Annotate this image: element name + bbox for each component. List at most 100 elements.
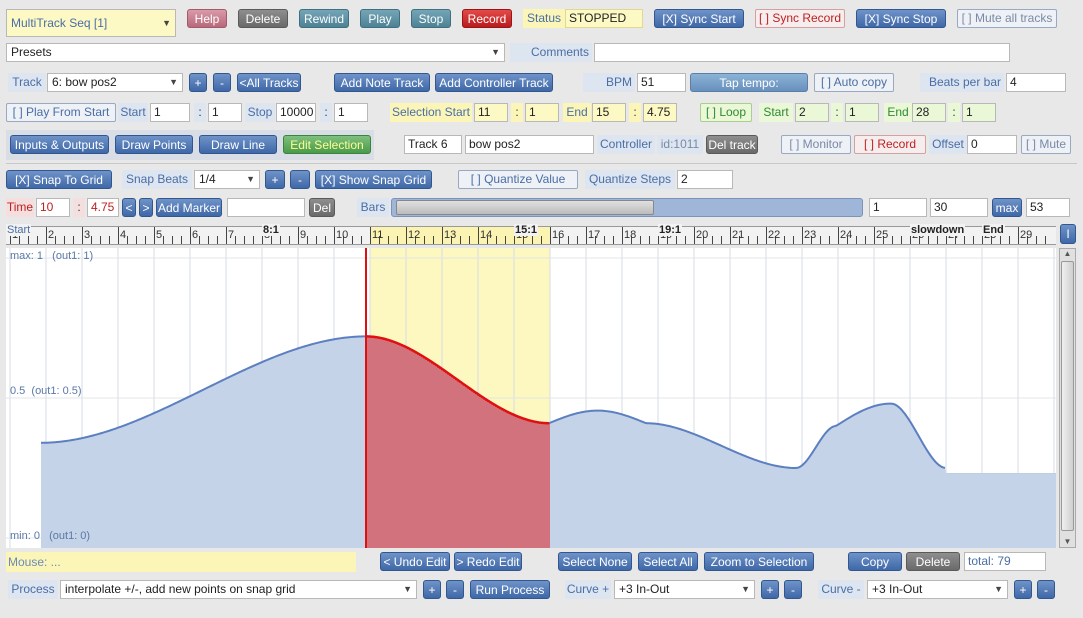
bars-scroll-thumb[interactable] bbox=[396, 200, 654, 215]
automation-graph[interactable]: max: 1 (out1: 1) 0.5 (out1: 0.5) min: 0 … bbox=[6, 248, 1056, 548]
loop-start-bar-input[interactable]: 2 bbox=[795, 103, 829, 122]
redo-button[interactable]: > Redo Edit bbox=[454, 552, 522, 571]
snap-beats-select[interactable]: 1/4 ▼ bbox=[194, 170, 260, 189]
run-process-button[interactable]: Run Process bbox=[470, 580, 550, 599]
ruler-marker[interactable]: Start bbox=[6, 224, 32, 236]
quantize-value-toggle[interactable]: [ ] Quantize Value bbox=[458, 170, 578, 189]
curve-plus-decrease-button[interactable]: - bbox=[784, 580, 802, 599]
monitor-toggle[interactable]: [ ] Monitor bbox=[781, 135, 851, 154]
draw-line-button[interactable]: Draw Line bbox=[199, 135, 277, 154]
edit-selection-button[interactable]: Edit Selection bbox=[283, 135, 371, 154]
play-from-start-toggle[interactable]: [ ] Play From Start bbox=[6, 103, 116, 122]
scroll-up-icon[interactable]: ▲ bbox=[1060, 249, 1075, 259]
curve-minus-increase-button[interactable]: + bbox=[1014, 580, 1032, 599]
curve-plus-select[interactable]: +3 In-Out ▼ bbox=[614, 580, 755, 599]
max-value-input[interactable]: 53 bbox=[1026, 198, 1070, 217]
sync-start-toggle[interactable]: [X] Sync Start bbox=[654, 9, 744, 28]
play-button[interactable]: Play bbox=[360, 9, 400, 28]
delete-points-button[interactable]: Delete bbox=[906, 552, 960, 571]
selection-start-bar-input[interactable]: 11 bbox=[474, 103, 508, 122]
help-button[interactable]: Help bbox=[187, 9, 227, 28]
delete-module-button[interactable]: Delete bbox=[238, 9, 288, 28]
sync-record-toggle[interactable]: [ ] Sync Record bbox=[755, 9, 845, 28]
start-bar-input[interactable]: 1 bbox=[150, 103, 190, 122]
graph-canvas[interactable] bbox=[6, 248, 1056, 548]
process-plus-button[interactable]: + bbox=[423, 580, 441, 599]
ruler-marker[interactable]: slowdown bbox=[910, 224, 966, 236]
snap-decrease-button[interactable]: - bbox=[290, 170, 310, 189]
selection-end-beat-input[interactable]: 4.75 bbox=[643, 103, 677, 122]
del-track-button[interactable]: Del track bbox=[706, 135, 758, 154]
curve-plus-increase-button[interactable]: + bbox=[761, 580, 779, 599]
select-all-button[interactable]: Select All bbox=[638, 552, 698, 571]
ruler-marker[interactable]: End bbox=[982, 224, 1005, 236]
bars-from-input[interactable]: 1 bbox=[869, 198, 927, 217]
selection-start-beat-input[interactable]: 1 bbox=[525, 103, 559, 122]
ruler-bar-number: 24 bbox=[840, 229, 853, 241]
quantize-steps-input[interactable]: 2 bbox=[677, 170, 733, 189]
ruler-marker[interactable]: 15:1 bbox=[514, 224, 539, 236]
inputs-outputs-button[interactable]: Inputs & Outputs bbox=[10, 135, 109, 154]
stop-beat-input[interactable]: 1 bbox=[334, 103, 368, 122]
auto-copy-toggle[interactable]: [ ] Auto copy bbox=[814, 73, 894, 92]
graph-scroll-thumb[interactable] bbox=[1061, 261, 1074, 531]
graph-scrollbar[interactable]: ▲ ▼ bbox=[1059, 248, 1076, 548]
loop-toggle[interactable]: [ ] Loop bbox=[700, 103, 752, 122]
offset-input[interactable]: 0 bbox=[967, 135, 1017, 154]
tap-tempo-button[interactable]: Tap tempo: bbox=[690, 73, 808, 92]
timeline-ruler[interactable]: 1234567891011121314151617181920212223242… bbox=[6, 224, 1056, 245]
process-select[interactable]: interpolate +/-, add new points on snap … bbox=[60, 580, 417, 599]
time-beat-input[interactable]: 4.75 bbox=[87, 198, 119, 217]
curve-minus-select[interactable]: +3 In-Out ▼ bbox=[867, 580, 1008, 599]
add-controller-track-button[interactable]: Add Controller Track bbox=[435, 73, 553, 92]
track-select[interactable]: 6: bow pos2 ▼ bbox=[47, 73, 183, 92]
module-select[interactable]: MultiTrack Seq [1] ▼ bbox=[6, 9, 176, 37]
snap-to-grid-toggle[interactable]: [X] Snap To Grid bbox=[6, 170, 112, 189]
copy-button[interactable]: Copy bbox=[848, 552, 902, 571]
marker-name-input[interactable] bbox=[227, 198, 305, 217]
bpm-input[interactable]: 51 bbox=[637, 73, 686, 92]
undo-button[interactable]: < Undo Edit bbox=[380, 552, 450, 571]
track-name-input[interactable]: Track 6 bbox=[404, 135, 462, 154]
track-record-toggle[interactable]: [ ] Record bbox=[854, 135, 926, 154]
loop-end-bar-input[interactable]: 28 bbox=[912, 103, 946, 122]
max-button[interactable]: max bbox=[992, 198, 1022, 217]
bars-to-input[interactable]: 30 bbox=[930, 198, 988, 217]
show-snap-grid-toggle[interactable]: [X] Show Snap Grid bbox=[315, 170, 432, 189]
time-prev-button[interactable]: < bbox=[122, 198, 136, 217]
sync-stop-toggle[interactable]: [X] Sync Stop bbox=[856, 9, 946, 28]
stop-bar-input[interactable]: 10000 bbox=[276, 103, 316, 122]
track-remove-button[interactable]: - bbox=[213, 73, 231, 92]
loop-start-beat-input[interactable]: 1 bbox=[845, 103, 879, 122]
presets-select[interactable]: Presets ▼ bbox=[6, 43, 505, 62]
beats-per-bar-input[interactable]: 4 bbox=[1006, 73, 1066, 92]
add-marker-button[interactable]: Add Marker bbox=[156, 198, 222, 217]
process-minus-button[interactable]: - bbox=[446, 580, 464, 599]
record-button[interactable]: Record bbox=[462, 9, 512, 28]
rewind-button[interactable]: Rewind bbox=[299, 9, 349, 28]
curve-minus-decrease-button[interactable]: - bbox=[1037, 580, 1055, 599]
loop-end-beat-input[interactable]: 1 bbox=[962, 103, 996, 122]
track-desc-input[interactable]: bow pos2 bbox=[465, 135, 594, 154]
comments-input[interactable] bbox=[594, 43, 1010, 62]
draw-points-button[interactable]: Draw Points bbox=[115, 135, 193, 154]
ruler-marker[interactable]: 19:1 bbox=[658, 224, 683, 236]
snap-increase-button[interactable]: + bbox=[265, 170, 285, 189]
scroll-down-icon[interactable]: ▼ bbox=[1060, 537, 1075, 547]
time-bar-input[interactable]: 10 bbox=[36, 198, 70, 217]
track-add-button[interactable]: + bbox=[189, 73, 207, 92]
add-note-track-button[interactable]: Add Note Track bbox=[334, 73, 430, 92]
time-next-button[interactable]: > bbox=[139, 198, 153, 217]
ruler-marker[interactable]: 8:1 bbox=[262, 224, 280, 236]
select-none-button[interactable]: Select None bbox=[558, 552, 632, 571]
del-marker-button[interactable]: Del bbox=[309, 198, 335, 217]
zoom-to-selection-button[interactable]: Zoom to Selection bbox=[704, 552, 814, 571]
all-tracks-button[interactable]: <All Tracks bbox=[237, 73, 301, 92]
start-beat-input[interactable]: 1 bbox=[208, 103, 242, 122]
mute-toggle[interactable]: [ ] Mute bbox=[1021, 135, 1071, 154]
selection-end-bar-input[interactable]: 15 bbox=[592, 103, 626, 122]
stop-button[interactable]: Stop bbox=[411, 9, 451, 28]
ruler-side-button[interactable]: I bbox=[1060, 224, 1076, 244]
mute-all-toggle[interactable]: [ ] Mute all tracks bbox=[957, 9, 1057, 28]
bars-scrollbar[interactable] bbox=[391, 198, 863, 217]
